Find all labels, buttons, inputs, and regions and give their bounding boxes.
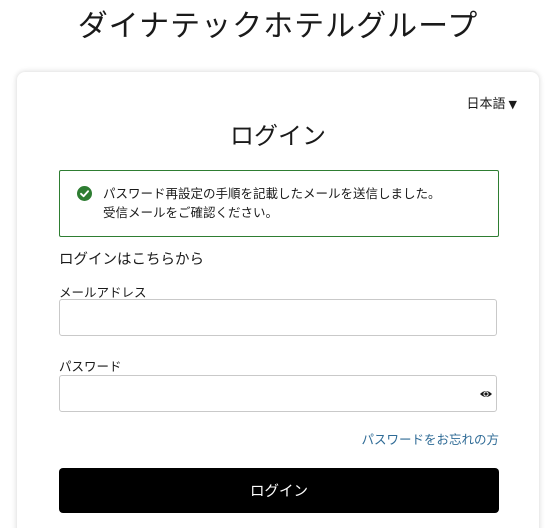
login-page: ダイナテックホテルグループ 日本語 ▼ ログイン パスワード再設定の手順を記載した…	[0, 0, 556, 528]
success-alert: パスワード再設定の手順を記載したメールを送信しました。 受信メールをご確認くださ…	[59, 170, 499, 237]
alert-message: パスワード再設定の手順を記載したメールを送信しました。 受信メールをご確認くださ…	[103, 184, 441, 222]
login-button[interactable]: ログイン	[59, 468, 499, 513]
language-selector[interactable]: 日本語 ▼	[467, 93, 517, 112]
language-label: 日本語	[466, 97, 506, 112]
email-field[interactable]	[59, 299, 497, 336]
eye-icon[interactable]	[479, 388, 493, 400]
login-subheading: ログインはこちらから	[59, 252, 204, 268]
login-heading: ログイン	[230, 122, 326, 150]
alert-line-1: パスワード再設定の手順を記載したメールを送信しました。	[103, 186, 441, 201]
caret-down-icon: ▼	[508, 98, 517, 111]
forgot-password-link[interactable]: パスワードをお忘れの方	[361, 429, 499, 448]
check-circle-icon	[77, 186, 92, 201]
brand-title: ダイナテックホテルグループ	[77, 9, 479, 44]
password-field[interactable]	[59, 375, 497, 412]
alert-line-2: 受信メールをご確認ください。	[103, 205, 279, 220]
password-label: パスワード	[59, 359, 122, 374]
